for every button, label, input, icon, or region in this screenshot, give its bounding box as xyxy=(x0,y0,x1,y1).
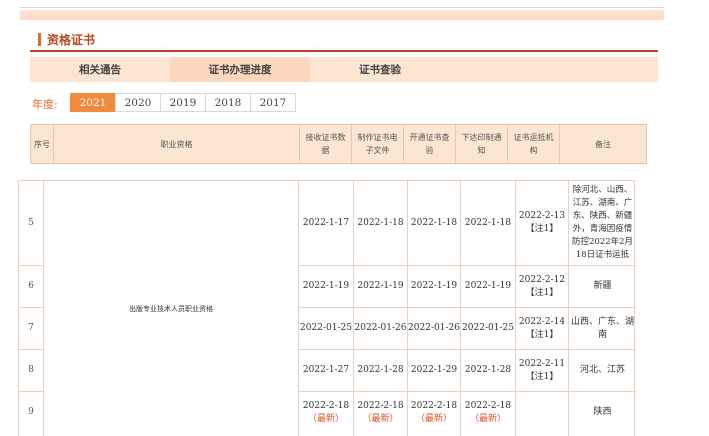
tab-progress[interactable]: 证书办理进度 xyxy=(170,57,310,82)
arrive-note-link[interactable]: 【注1】 xyxy=(526,329,559,342)
print-date: 2022-1-18 xyxy=(464,217,512,228)
make-cell: 2022-2-18 （最新） xyxy=(354,392,407,433)
section-title: 资格证书 xyxy=(47,33,96,47)
arrive-note-link[interactable]: 【注1】 xyxy=(526,223,559,236)
arrive-note-link[interactable]: 【注1】 xyxy=(526,371,559,384)
verify-cell: 2022-2-18 （最新） xyxy=(408,392,460,433)
row-number: 5 xyxy=(28,217,34,228)
qualification-cell: 出版专业技术人员职业资格 xyxy=(129,304,213,313)
section-marker xyxy=(38,33,41,46)
new-badge: （最新） xyxy=(415,413,452,424)
print-cell: 2022-2-18 （最新） xyxy=(461,392,515,433)
header-receive: 接收证书数据 xyxy=(300,125,352,163)
top-strip xyxy=(20,0,664,8)
remark: 山西、广东、湖南 xyxy=(570,316,634,340)
header-verify: 开通证书查验 xyxy=(404,125,456,163)
print-date: 2022-1-28 xyxy=(464,365,512,375)
arrive-cell: 2022-2-14 【注1】 xyxy=(516,308,568,349)
year-button-2020[interactable]: 2020 xyxy=(115,93,161,112)
year-button-2017[interactable]: 2017 xyxy=(250,93,296,112)
header-qualification: 职业资格 xyxy=(54,125,300,163)
remark: 新疆 xyxy=(593,281,612,291)
receive-date: 2022-2-18 xyxy=(302,400,350,411)
print-date: 2022-2-18 xyxy=(464,400,512,411)
arrive-date xyxy=(516,392,568,433)
progress-table: 出版专业技术人员职业资格 5 2022-1-17 2022-1-18 2022-… xyxy=(18,180,636,436)
arrive-date: 2022-2-12 xyxy=(518,274,566,285)
make-date: 2022-01-26 xyxy=(354,323,407,333)
remark: 河北、江苏 xyxy=(579,365,625,375)
header-no: 序号 xyxy=(31,125,54,163)
arrive-date: 2022-2-11 xyxy=(518,358,566,369)
make-date: 2022-1-19 xyxy=(357,281,404,291)
row-number: 8 xyxy=(28,365,34,375)
tab-verify[interactable]: 证书查验 xyxy=(310,57,450,82)
remark: 陕西 xyxy=(593,407,612,417)
year-label: 年度: xyxy=(32,98,58,111)
row-number: 9 xyxy=(28,407,34,417)
receive-date: 2022-1-17 xyxy=(302,217,350,228)
arrive-cell: 2022-2-11 【注1】 xyxy=(516,350,568,391)
header-make: 制作证书电子文件 xyxy=(352,125,404,163)
verify-date: 2022-01-26 xyxy=(408,323,460,333)
verify-date: 2022-1-19 xyxy=(410,281,458,291)
arrive-cell: 2022-2-13 【注1】 xyxy=(516,181,568,265)
arrive-date: 2022-2-13 xyxy=(518,211,566,221)
arrive-cell: 2022-2-12 【注1】 xyxy=(516,266,568,307)
receive-date: 2022-1-19 xyxy=(302,281,350,291)
year-button-2021[interactable]: 2021 xyxy=(70,93,116,112)
make-date: 2022-1-18 xyxy=(357,217,404,228)
table-header: 序号 职业资格 接收证书数据 制作证书电子文件 开通证书查验 下达印制通知 证书… xyxy=(30,124,647,164)
make-date: 2022-2-18 xyxy=(357,400,404,411)
new-badge: （最新） xyxy=(307,413,344,424)
arrive-note-link[interactable]: 【注1】 xyxy=(526,287,559,300)
verify-date: 2022-2-18 xyxy=(410,400,458,411)
tab-notices[interactable]: 相关通告 xyxy=(30,57,170,82)
print-date: 2022-1-19 xyxy=(464,281,512,291)
top-band xyxy=(20,10,664,20)
receive-date: 2022-1-27 xyxy=(302,365,350,375)
new-badge: （最新） xyxy=(469,413,506,424)
print-date: 2022-01-25 xyxy=(462,323,514,333)
remark: 除河北、山西、江苏、湖南、广东、陕西、新疆外，青海因疫情防控2022年2月18日… xyxy=(571,185,634,260)
verify-date: 2022-1-18 xyxy=(410,217,458,228)
section-header: 资格证书 xyxy=(30,28,658,52)
header-remark: 备注 xyxy=(595,139,611,149)
tab-bar: 相关通告 证书办理进度 证书查验 xyxy=(30,57,658,82)
arrive-date: 2022-2-14 xyxy=(518,316,566,327)
row-number: 6 xyxy=(28,281,34,291)
year-button-2019[interactable]: 2019 xyxy=(160,93,206,112)
verify-date: 2022-1-29 xyxy=(410,365,458,375)
make-date: 2022-1-28 xyxy=(357,365,404,375)
receive-cell: 2022-2-18 （最新） xyxy=(299,392,353,433)
row-number: 7 xyxy=(28,323,34,333)
year-button-2018[interactable]: 2018 xyxy=(205,93,251,112)
new-badge: （最新） xyxy=(362,413,399,424)
receive-date: 2022-01-25 xyxy=(300,323,352,333)
header-print: 下达印制通知 xyxy=(456,125,508,163)
header-arrive: 证书运抵机构 xyxy=(508,125,560,163)
